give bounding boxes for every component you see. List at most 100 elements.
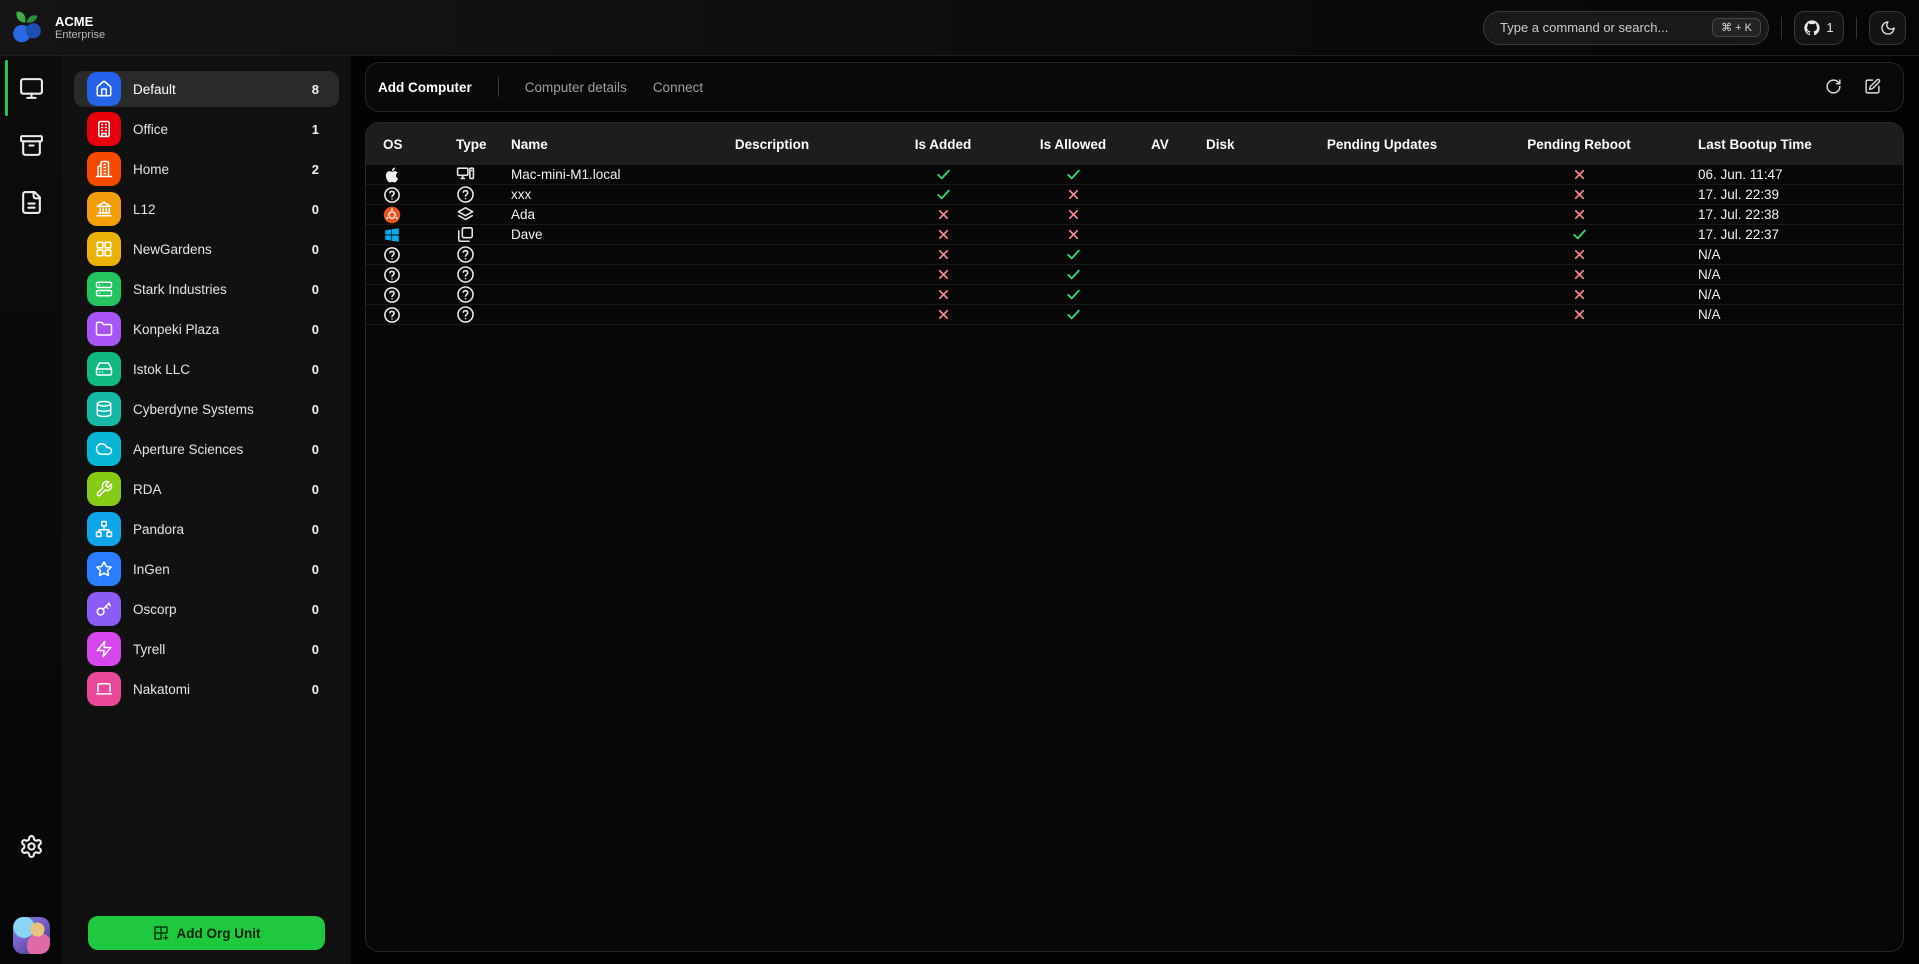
table-row-dave[interactable]: Dave17. Jul. 22:37 (366, 225, 1903, 245)
org-unit-count: 0 (312, 282, 319, 297)
check-icon (1065, 266, 1082, 283)
pending-reboot-cell (1572, 207, 1587, 222)
column-header-description: Description (735, 137, 809, 152)
is-allowed-cell (1066, 207, 1081, 222)
type-cell (448, 185, 510, 204)
sidebar-item-rda[interactable]: RDA 0 (74, 471, 339, 507)
edit-button[interactable] (1864, 78, 1881, 96)
brand-subtitle: Enterprise (55, 29, 105, 42)
type-cell (448, 265, 510, 284)
sidebar-item-office[interactable]: Office 1 (74, 111, 339, 147)
is-allowed-cell (1066, 187, 1081, 202)
github-button[interactable]: 1 (1794, 11, 1844, 45)
check-icon (1571, 226, 1588, 243)
file-text-icon (19, 190, 44, 215)
sidebar-item-aperture-sciences[interactable]: Aperture Sciences 0 (74, 431, 339, 467)
gear-icon (19, 834, 44, 859)
is-added-cell (935, 186, 952, 203)
rail-items (19, 76, 44, 216)
check-icon (1065, 306, 1082, 323)
user-avatar[interactable] (13, 917, 50, 954)
os-cell (366, 306, 448, 324)
table-row-ada[interactable]: Ada17. Jul. 22:38 (366, 205, 1903, 225)
x-icon (936, 247, 951, 262)
archive-nav-button[interactable] (19, 133, 44, 159)
tab-computer-details[interactable]: Computer details (525, 80, 627, 95)
sidebar-item-istok-llc[interactable]: Istok LLC 0 (74, 351, 339, 387)
apple-os-icon (383, 166, 401, 184)
table-row-xxx[interactable]: xxx17. Jul. 22:39 (366, 185, 1903, 205)
tab-connect[interactable]: Connect (653, 80, 703, 95)
table-row[interactable]: N/A (366, 265, 1903, 285)
x-icon (936, 287, 951, 302)
content-area: Add Computer Computer details Connect OS… (351, 56, 1919, 964)
org-unit-count: 2 (312, 162, 319, 177)
zap-icon (87, 632, 121, 666)
unknown-type-icon (456, 285, 475, 304)
sidebar-item-ingen[interactable]: InGen 0 (74, 551, 339, 587)
tab-add-computer[interactable]: Add Computer (378, 80, 472, 95)
pending-reboot-cell (1572, 307, 1587, 322)
org-unit-count: 0 (312, 642, 319, 657)
table-row[interactable]: N/A (366, 305, 1903, 325)
sidebar-item-home[interactable]: Home 2 (74, 151, 339, 187)
org-unit-label: RDA (133, 482, 162, 497)
sidebar-item-cyberdyne-systems[interactable]: Cyberdyne Systems 0 (74, 391, 339, 427)
sidebar-item-l12[interactable]: L12 0 (74, 191, 339, 227)
last-bootup-cell: N/A (1696, 287, 1903, 302)
org-unit-label: Aperture Sciences (133, 442, 243, 457)
os-cell (366, 246, 448, 264)
tab-divider (498, 77, 499, 97)
unknown-os-icon (383, 306, 401, 324)
nav-rail (0, 56, 62, 964)
last-bootup-cell: 17. Jul. 22:37 (1696, 227, 1903, 242)
org-unit-count: 0 (312, 602, 319, 617)
table-row[interactable]: N/A (366, 245, 1903, 265)
sidebar-item-tyrell[interactable]: Tyrell 0 (74, 631, 339, 667)
org-unit-count: 0 (312, 682, 319, 697)
x-icon (1572, 247, 1587, 262)
sidebar-item-oscorp[interactable]: Oscorp 0 (74, 591, 339, 627)
table-body: Mac-mini-M1.local06. Jun. 11:47xxx17. Ju… (366, 165, 1903, 325)
sidebar-item-nakatomi[interactable]: Nakatomi 0 (74, 671, 339, 707)
x-icon (936, 207, 951, 222)
org-unit-sidebar: Default 8 Office 1 Home 2 L12 0 NewGarde… (62, 56, 351, 964)
org-unit-list: Default 8 Office 1 Home 2 L12 0 NewGarde… (74, 71, 339, 707)
unknown-os-icon (383, 246, 401, 264)
org-unit-count: 0 (312, 442, 319, 457)
sidebar-item-stark-industries[interactable]: Stark Industries 0 (74, 271, 339, 307)
check-icon (1065, 286, 1082, 303)
unknown-type-icon (456, 305, 475, 324)
x-icon (936, 307, 951, 322)
sidebar-item-newgardens[interactable]: NewGardens 0 (74, 231, 339, 267)
sidebar-item-konpeki-plaza[interactable]: Konpeki Plaza 0 (74, 311, 339, 347)
monitor-nav-button[interactable] (19, 76, 44, 102)
laptop-icon (87, 672, 121, 706)
command-search-input[interactable]: Type a command or search... ⌘ + K (1483, 11, 1769, 45)
sidebar-item-pandora[interactable]: Pandora 0 (74, 511, 339, 547)
vm-type-icon (456, 225, 475, 244)
pending-reboot-cell (1572, 287, 1587, 302)
column-header-name: Name (510, 137, 672, 152)
topbar-divider (1856, 17, 1857, 39)
monitor-icon (19, 76, 44, 101)
org-unit-label: Home (133, 162, 169, 177)
org-unit-label: InGen (133, 562, 170, 577)
x-icon (1572, 167, 1587, 182)
os-cell (366, 226, 448, 244)
dark-mode-toggle[interactable] (1869, 11, 1906, 45)
table-row[interactable]: N/A (366, 285, 1903, 305)
table-row-mac-mini-m1-local[interactable]: Mac-mini-M1.local06. Jun. 11:47 (366, 165, 1903, 185)
os-cell (366, 286, 448, 304)
sidebar-item-default[interactable]: Default 8 (74, 71, 339, 107)
tab-bar: Add Computer Computer details Connect (365, 62, 1904, 112)
refresh-button[interactable] (1825, 78, 1842, 96)
org-unit-count: 0 (312, 322, 319, 337)
pending-reboot-cell (1572, 267, 1587, 282)
github-count: 1 (1826, 20, 1833, 35)
add-org-unit-button[interactable]: Add Org Unit (88, 916, 325, 950)
settings-button[interactable] (19, 834, 44, 860)
layers-type-icon (456, 205, 475, 224)
org-unit-label: Pandora (133, 522, 184, 537)
file-text-nav-button[interactable] (19, 190, 44, 216)
